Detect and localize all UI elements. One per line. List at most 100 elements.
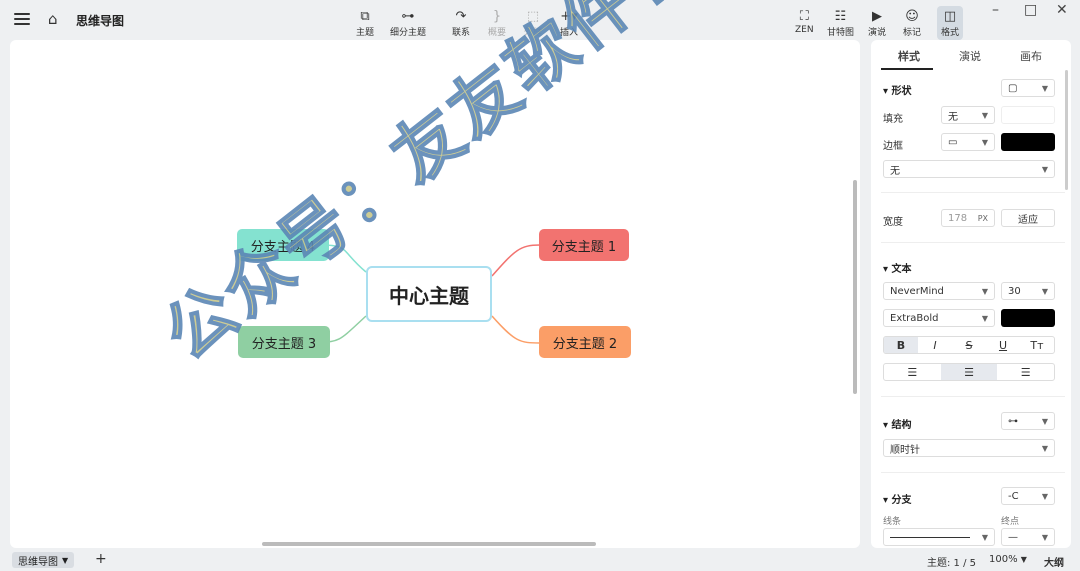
chevron-down-icon: ▼ — [981, 286, 988, 296]
branch-topic-2[interactable]: 分支主题 2 — [539, 326, 631, 358]
branch-section-title[interactable]: ▾ 分支 — [883, 491, 912, 506]
width-value: 178 — [948, 212, 968, 224]
topic-button-label: 主题 — [356, 28, 375, 38]
fullscreen-icon: ⛶ — [799, 8, 809, 24]
sheet-tab[interactable]: 思维导图 ▼ — [12, 552, 75, 568]
status-bar: 思维导图 ▼ + 主题: 1 / 5 100% ▼ 大纲 — [0, 550, 1080, 571]
align-right-icon[interactable]: ☰ — [997, 364, 1054, 380]
border-color-swatch[interactable] — [1001, 133, 1055, 151]
border-line-value: 无 — [890, 165, 900, 177]
shape-title-text: 形状 — [891, 86, 912, 97]
subtopic-icon: ⊶ — [401, 8, 415, 24]
bold-toggle[interactable]: B — [884, 337, 918, 353]
fill-value: 无 — [948, 111, 958, 123]
branch-title-text: 分支 — [891, 495, 912, 506]
marker-label: 标记 — [903, 28, 922, 38]
present-label: 演说 — [868, 28, 887, 38]
strikethrough-toggle[interactable]: S — [952, 337, 986, 353]
connector-branch-1 — [491, 244, 541, 277]
relation-button[interactable]: ↷ 联系 — [452, 8, 470, 39]
endpoint-select[interactable]: — ▼ — [1001, 528, 1055, 546]
branch-topic-1[interactable]: 分支主题 1 — [539, 229, 629, 261]
chevron-down-icon: ▼ — [1041, 491, 1048, 501]
structure-icon-select[interactable]: ⊶ ▼ — [1001, 412, 1055, 430]
chevron-down-icon: ▼ — [1041, 164, 1048, 174]
outline-button[interactable]: 大纲 — [1044, 554, 1064, 569]
structure-section-title[interactable]: ▾ 结构 — [883, 416, 912, 431]
hamburger-menu-icon[interactable] — [14, 10, 30, 26]
italic-toggle[interactable]: I — [918, 337, 952, 353]
chevron-down-icon: ▼ — [1041, 286, 1048, 296]
branch-topic-4[interactable]: 分支主题 4 — [237, 229, 329, 261]
branch-topic-3[interactable]: 分支主题 3 — [238, 326, 330, 358]
summary-button[interactable]: } 概要 — [488, 8, 506, 39]
boundary-button[interactable]: ⬚ 外框 — [524, 8, 542, 39]
add-sheet-icon[interactable]: + — [95, 551, 107, 567]
tab-presentation[interactable]: 演说 — [959, 48, 981, 64]
present-button[interactable]: ▶ 演说 — [868, 8, 887, 39]
alignment-toggles: ☰ ☰ ☰ — [883, 363, 1055, 381]
branch-style-select[interactable]: -C ▼ — [1001, 487, 1055, 505]
text-section-title[interactable]: ▾ 文本 — [883, 260, 912, 275]
line-label: 线条 — [883, 517, 902, 527]
insert-button[interactable]: +▾ 插入 — [560, 8, 578, 39]
gantt-label: 甘特图 — [827, 28, 855, 38]
format-label: 格式 — [941, 28, 960, 38]
shape-select[interactable]: ▢ ▼ — [1001, 79, 1055, 97]
font-size-select[interactable]: 30 ▼ — [1001, 282, 1055, 300]
border-line-select[interactable]: 无 ▼ — [883, 160, 1055, 178]
summary-icon: } — [492, 8, 502, 24]
gantt-button[interactable]: ☷ 甘特图 — [827, 8, 855, 39]
font-weight-select[interactable]: ExtraBold ▼ — [883, 309, 995, 327]
structure-title-text: 结构 — [891, 420, 912, 431]
font-family-select[interactable]: NeverMind ▼ — [883, 282, 995, 300]
text-case-toggle[interactable]: Tт — [1020, 337, 1054, 353]
subtopic-button[interactable]: ⊶ 细分主题 — [390, 8, 426, 39]
width-input[interactable]: 178 PX — [941, 209, 995, 227]
border-label: 边框 — [883, 141, 903, 152]
format-button[interactable]: ◫ 格式 — [937, 6, 964, 40]
play-icon: ▶ — [872, 8, 882, 24]
fit-width-button[interactable]: 适应 — [1001, 209, 1055, 227]
align-center-icon[interactable]: ☰ — [940, 364, 998, 380]
divider — [881, 472, 1065, 473]
maximize-icon[interactable]: □ — [1024, 2, 1037, 18]
line-preview — [890, 536, 970, 538]
zen-button[interactable]: ⛶ ZEN — [795, 8, 814, 36]
zoom-select[interactable]: 100% ▼ — [989, 554, 1027, 565]
underline-toggle[interactable]: U — [986, 337, 1020, 353]
connector-branch-2 — [491, 315, 541, 344]
vertical-scrollbar[interactable] — [853, 180, 857, 394]
chevron-down-icon: ▼ — [981, 137, 988, 147]
text-title-text: 文本 — [891, 264, 912, 275]
chevron-down-icon: ▼ — [1041, 532, 1048, 542]
topic-button[interactable]: ⧉ 主题 — [356, 8, 375, 39]
width-label: 宽度 — [883, 217, 903, 228]
panel-scrollbar[interactable] — [1065, 70, 1068, 190]
central-topic[interactable]: 中心主题 — [366, 266, 492, 322]
structure-select[interactable]: 顺时针 ▼ — [883, 439, 1055, 457]
plus-icon: +▾ — [560, 8, 578, 24]
tab-canvas[interactable]: 画布 — [1020, 48, 1042, 64]
structure-value: 顺时针 — [890, 444, 920, 456]
topic-count: 主题: 1 / 5 — [927, 558, 976, 569]
tab-style[interactable]: 样式 — [898, 48, 920, 64]
horizontal-scrollbar[interactable] — [262, 542, 596, 546]
border-style-select[interactable]: ▭ ▼ — [941, 133, 995, 151]
mindmap-canvas[interactable]: 中心主题 分支主题 1 分支主题 2 分支主题 3 分支主题 4 — [10, 40, 860, 548]
structure-icon: ⊶ — [1008, 415, 1018, 427]
chevron-down-icon: ▼ — [1041, 443, 1048, 453]
text-color-swatch[interactable] — [1001, 309, 1055, 327]
home-icon[interactable]: ⌂ — [48, 10, 58, 28]
line-style-select[interactable]: ▼ — [883, 528, 995, 546]
chevron-down-icon: ▼ — [1020, 555, 1027, 564]
text-style-toggles: B I S U Tт — [883, 336, 1055, 354]
fill-select[interactable]: 无 ▼ — [941, 106, 995, 124]
shape-section-title[interactable]: ▾ 形状 — [883, 82, 912, 97]
width-unit: PX — [977, 213, 988, 223]
close-icon[interactable]: ✕ — [1056, 2, 1068, 18]
minimize-icon[interactable]: – — [992, 2, 999, 18]
fill-color-swatch[interactable] — [1001, 106, 1055, 124]
align-left-icon[interactable]: ☰ — [884, 364, 941, 380]
marker-button[interactable]: ☺ 标记 — [903, 8, 922, 39]
